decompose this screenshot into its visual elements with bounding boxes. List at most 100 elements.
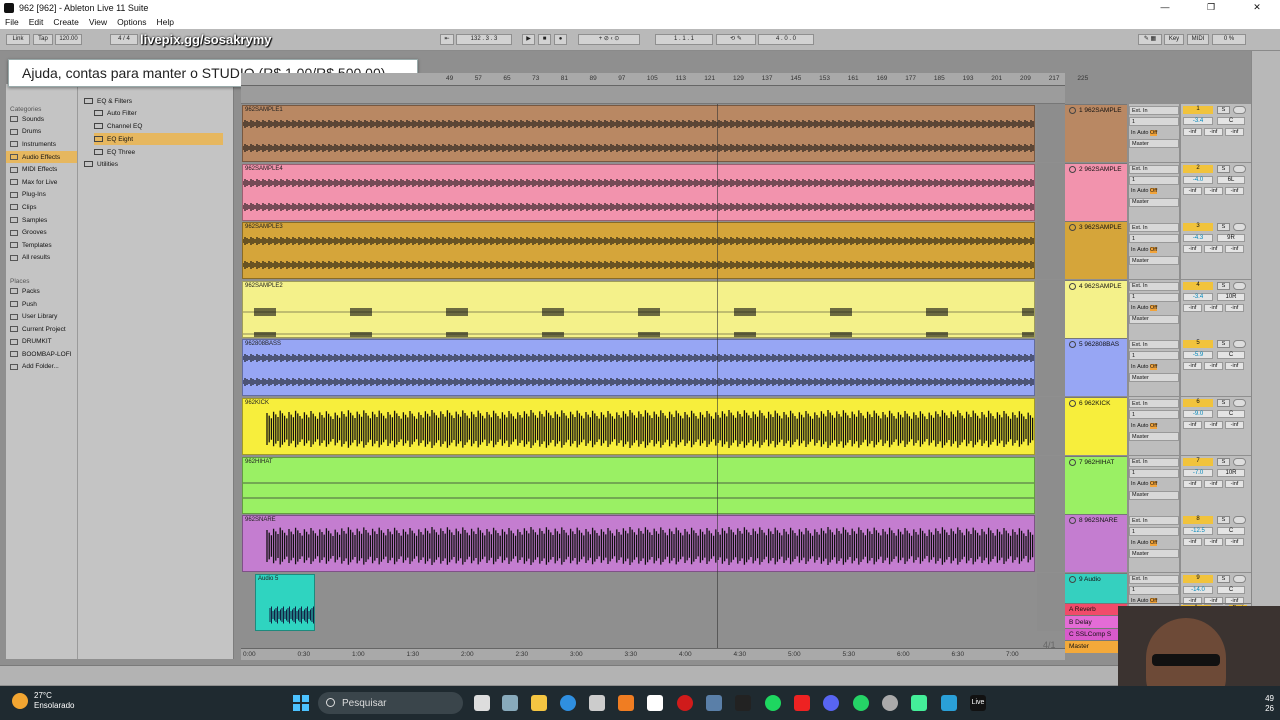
view-selector-strip[interactable] xyxy=(1251,51,1280,665)
arm-button[interactable] xyxy=(1233,106,1246,114)
solo-button[interactable]: S xyxy=(1217,516,1230,525)
output-select[interactable]: Master xyxy=(1129,256,1179,266)
fold-icon[interactable] xyxy=(1069,458,1076,466)
pan-field[interactable]: C xyxy=(1217,117,1245,125)
pan-field[interactable]: 10R xyxy=(1217,468,1245,477)
fold-icon[interactable] xyxy=(1069,341,1076,349)
category-item[interactable]: Grooves xyxy=(6,226,77,239)
menu-help[interactable]: Help xyxy=(151,17,178,27)
volume-field[interactable]: -7.0 xyxy=(1183,468,1213,477)
whatsapp-icon[interactable] xyxy=(853,695,869,711)
game-icon[interactable] xyxy=(735,695,751,711)
volume-field[interactable]: -12.5 xyxy=(1183,527,1213,536)
category-item[interactable]: Clips xyxy=(6,201,77,214)
close-button[interactable]: ✕ xyxy=(1234,2,1280,13)
midi-map-button[interactable]: MIDI xyxy=(1187,34,1209,45)
tree-item-eq-three[interactable]: EQ Three xyxy=(94,146,135,158)
volume-field[interactable]: -9.0 xyxy=(1183,410,1213,418)
place-item[interactable]: Add Folder... xyxy=(6,361,77,374)
pan-field[interactable]: C xyxy=(1217,410,1245,418)
menu-edit[interactable]: Edit xyxy=(24,17,49,27)
send-c-field[interactable]: -inf xyxy=(1225,245,1244,254)
volume-field[interactable]: -4.3 xyxy=(1183,234,1213,243)
audio-clip[interactable]: Audio 5 xyxy=(255,573,315,631)
output-select[interactable]: Master xyxy=(1129,139,1179,148)
pan-field[interactable]: C xyxy=(1217,527,1245,536)
output-select[interactable]: Master xyxy=(1129,373,1179,383)
place-item[interactable]: Packs xyxy=(6,285,77,298)
monitor-switch[interactable]: In Auto Off xyxy=(1129,538,1179,548)
obs-icon[interactable] xyxy=(882,695,898,711)
send-c-field[interactable]: -inf xyxy=(1225,303,1244,312)
beat-ruler[interactable]: 49 57 65 73 81 89 97 105 113 121 129 137 145 153 161 16… xyxy=(241,73,1088,86)
input-channel-select[interactable]: 1 xyxy=(1129,410,1179,419)
send-c-field[interactable]: -inf xyxy=(1225,362,1244,371)
track-header[interactable]: 1 962SAMPLE xyxy=(1065,104,1127,162)
windows-start-icon[interactable] xyxy=(293,695,309,711)
input-type-select[interactable]: Ext. In xyxy=(1129,399,1179,408)
app-icon[interactable] xyxy=(589,695,605,711)
input-type-select[interactable]: Ext. In xyxy=(1129,457,1179,467)
fold-icon[interactable] xyxy=(1069,517,1076,525)
arm-button[interactable] xyxy=(1233,281,1246,290)
output-select[interactable]: Master xyxy=(1129,432,1179,441)
media-icon[interactable] xyxy=(794,695,810,711)
arm-button[interactable] xyxy=(1233,223,1246,232)
audio-clip[interactable]: 962HIHAT xyxy=(242,456,1035,514)
send-b-field[interactable]: -inf xyxy=(1204,245,1223,254)
loop-toggle[interactable]: ⟲ ✎ xyxy=(716,34,756,45)
arrangement-loop-strip[interactable] xyxy=(241,86,1065,104)
input-type-select[interactable]: Ext. In xyxy=(1129,574,1179,584)
tree-item-auto-filter[interactable]: Auto Filter xyxy=(94,107,137,119)
track-header[interactable]: 4 962SAMPLE xyxy=(1065,279,1127,338)
draw-mode-icon[interactable]: ✎ ▦ xyxy=(1138,34,1162,45)
send-c-field[interactable]: -inf xyxy=(1225,538,1244,547)
input-type-select[interactable]: Ext. In xyxy=(1129,106,1179,115)
pan-field[interactable]: C xyxy=(1217,351,1245,360)
track-header[interactable]: 5 962808BAS xyxy=(1065,338,1127,397)
record-button[interactable]: ● xyxy=(554,34,567,45)
time-ruler[interactable]: 0:00 0:30 1:00 1:30 2:00 2:30 3:00 3:30 4:00 4:30… xyxy=(241,648,1065,660)
task-view-icon[interactable] xyxy=(474,695,490,711)
time-signature-field[interactable]: 4 / 4 xyxy=(110,34,138,45)
send-a-field[interactable]: -inf xyxy=(1183,245,1202,254)
input-type-select[interactable]: Ext. In xyxy=(1129,164,1179,174)
fold-icon[interactable] xyxy=(1069,107,1076,114)
send-a-field[interactable]: -inf xyxy=(1183,186,1202,195)
notepad-icon[interactable] xyxy=(647,695,663,711)
output-select[interactable]: Master xyxy=(1129,490,1179,500)
track-header[interactable]: 7 962HIHAT xyxy=(1065,455,1127,514)
output-select[interactable]: Master xyxy=(1129,197,1179,207)
volume-field[interactable]: -14.0 xyxy=(1183,585,1213,594)
volume-field[interactable]: -5.9 xyxy=(1183,351,1213,360)
input-channel-select[interactable]: 1 xyxy=(1129,527,1179,537)
audio-clip[interactable]: 962SAMPLE3 xyxy=(242,222,1035,280)
taskbar-clock[interactable]: 49 26 xyxy=(1265,694,1274,714)
pan-field[interactable]: 10R xyxy=(1217,292,1245,301)
weather-widget[interactable]: 27°C Ensolarado xyxy=(12,691,74,711)
input-channel-select[interactable]: 1 xyxy=(1129,468,1179,478)
solo-button[interactable]: S xyxy=(1217,574,1230,583)
fold-icon[interactable] xyxy=(1069,224,1076,232)
place-item[interactable]: User Library xyxy=(6,310,77,323)
send-c-field[interactable]: -inf xyxy=(1225,421,1244,429)
track-activator[interactable]: 8 xyxy=(1183,516,1213,525)
opera-icon[interactable] xyxy=(677,695,693,711)
key-map-button[interactable]: Key xyxy=(1164,34,1184,45)
category-item[interactable]: Sounds xyxy=(6,113,77,126)
track-activator[interactable]: 2 xyxy=(1183,164,1213,173)
minimize-button[interactable]: — xyxy=(1142,2,1188,13)
maximize-button[interactable]: ❐ xyxy=(1188,2,1234,13)
solo-button[interactable]: S xyxy=(1217,457,1230,466)
send-b-field[interactable]: -inf xyxy=(1204,186,1223,195)
input-type-select[interactable]: Ext. In xyxy=(1129,223,1179,233)
spotify-icon[interactable] xyxy=(765,695,781,711)
send-c-field[interactable]: -inf xyxy=(1225,479,1244,488)
tree-item-eq-eight[interactable]: EQ Eight xyxy=(94,133,224,145)
audio-clip[interactable]: 962KICK xyxy=(242,398,1035,455)
audio-clip[interactable]: 962SAMPLE2 xyxy=(242,280,1035,338)
fold-icon[interactable] xyxy=(1069,575,1076,583)
send-b-field[interactable]: -inf xyxy=(1204,303,1223,312)
edge-icon[interactable] xyxy=(560,695,576,711)
tempo-field[interactable]: 120.00 xyxy=(55,34,82,45)
